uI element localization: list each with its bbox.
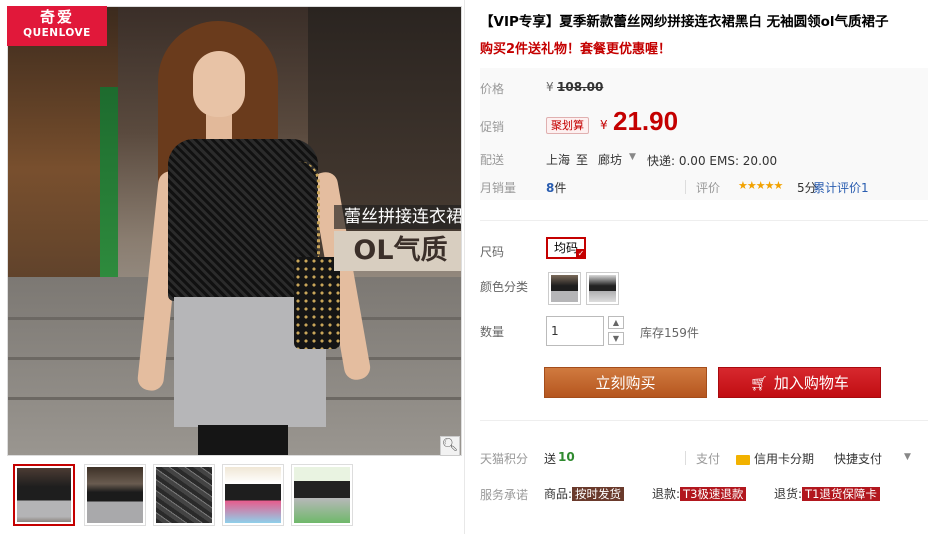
thumbnail-item[interactable]	[84, 464, 146, 526]
column-divider	[464, 0, 465, 534]
divider	[685, 451, 686, 465]
magnifier-icon[interactable]: 🔍︎	[440, 436, 460, 456]
price-label: 价格	[480, 82, 505, 96]
thumbnail-item[interactable]	[153, 464, 215, 526]
service-goods-prefix: 商品:	[544, 487, 573, 501]
add-to-cart-label: 加入购物车	[773, 374, 849, 392]
photo-background-tree	[100, 87, 118, 277]
brand-name-en: QUENLOVE	[23, 27, 91, 39]
selected-check-icon: ✓	[576, 249, 586, 259]
quantity-increase-icon[interactable]: ▲	[608, 316, 624, 329]
points-value: 10	[558, 450, 575, 464]
points-service-panel: 天猫积分 送 10 支付 信用卡分期 快捷支付 ▼ 服务承诺 商品: 按时发货 退…	[480, 420, 928, 534]
service-return[interactable]: 退货: T1退货保障卡	[774, 485, 880, 502]
brand-logo: 奇爱 QUENLOVE	[7, 6, 107, 46]
points-prefix: 送	[544, 452, 557, 466]
product-page: 蕾丝拼接连衣裙 OL气质 奇爱 QUENLOVE 🔍︎ 【VIP专享】夏季新款蕾…	[0, 0, 930, 534]
service-return-prefix: 退货:	[774, 487, 803, 501]
divider	[685, 180, 686, 194]
product-title: 【VIP专享】夏季新款蕾丝网纱拼接连衣裙黑白 无袖圆领ol气质裙子	[480, 14, 889, 30]
credit-installment-text: 信用卡分期	[754, 452, 815, 466]
chevron-down-icon[interactable]: ▼	[629, 152, 636, 162]
promo-subtitle: 购买2件送礼物！套餐更优惠喔！	[480, 42, 672, 57]
color-option-2[interactable]	[586, 272, 619, 305]
thumbnail-strip	[7, 462, 462, 528]
color-option-1[interactable]	[548, 272, 581, 305]
thumbnail-item[interactable]	[222, 464, 284, 526]
ship-from: 上海	[546, 153, 571, 167]
product-details: 【VIP专享】夏季新款蕾丝网纱拼接连衣裙黑白 无袖圆领ol气质裙子 购买2件送礼…	[480, 0, 928, 534]
model-face	[193, 51, 245, 117]
original-currency: ¥	[546, 80, 554, 94]
promo-currency: ¥	[600, 118, 608, 132]
quick-pay[interactable]: 快捷支付	[834, 450, 882, 467]
section-divider	[480, 220, 928, 221]
service-refund-prefix: 退款:	[652, 487, 681, 501]
payment-label: 支付	[696, 452, 721, 466]
brand-name-cn: 奇爱	[39, 8, 74, 26]
product-gallery: 蕾丝拼接连衣裙 OL气质 奇爱 QUENLOVE 🔍︎	[0, 0, 464, 534]
stock-text: 库存159件	[640, 326, 699, 340]
model-legs	[198, 425, 288, 455]
size-option-text: 均码	[553, 241, 578, 255]
overlay-caption-2: OL气质	[334, 231, 461, 271]
quantity-input[interactable]	[546, 316, 604, 346]
fast-refund-badge: T3极速退款	[680, 487, 747, 501]
buy-now-button[interactable]: 立刻购买	[544, 367, 707, 398]
color-swatch-image	[551, 275, 578, 302]
price-panel: 价格 ¥ 108.00 促销 聚划算 ¥ 21.90 配送 上海 至 廊坊 ▼ …	[480, 68, 928, 200]
thumbnail-image	[17, 468, 71, 522]
thumbnail-image	[294, 467, 350, 523]
shipping-fees: 快递: 0.00 EMS: 20.00	[647, 154, 778, 168]
quantity-decrease-icon[interactable]: ▼	[608, 332, 624, 345]
size-option-one-size[interactable]: 均码 ✓	[546, 237, 586, 259]
promo-price: 21.90	[613, 106, 679, 136]
return-guarantee-badge: T1退货保障卡	[802, 487, 880, 501]
ship-to-word: 至	[576, 153, 589, 167]
promo-label: 促销	[480, 120, 505, 134]
service-goods[interactable]: 商品: 按时发货	[544, 485, 625, 502]
credit-card-icon	[736, 454, 750, 465]
overlay-caption-1: 蕾丝拼接连衣裙	[334, 205, 461, 229]
thumbnail-image	[156, 467, 212, 523]
juhuasuan-tag: 聚划算	[546, 117, 589, 134]
original-price: 108.00	[557, 80, 604, 94]
sales-unit: 件	[554, 181, 567, 195]
bag-strap	[298, 161, 320, 259]
cart-icon: 🛒︎	[750, 376, 768, 392]
thumbnail-item[interactable]	[291, 464, 353, 526]
monthly-sales: 8件	[546, 179, 566, 196]
credit-installment[interactable]: 信用卡分期	[736, 450, 814, 467]
on-time-delivery-badge: 按时发货	[572, 487, 625, 501]
review-label: 评价	[696, 181, 721, 195]
quantity-label: 数量	[480, 325, 505, 339]
review-count-link[interactable]: 累计评价1	[813, 179, 869, 196]
rating-stars-icon: ★★★★★	[738, 179, 783, 192]
service-refund[interactable]: 退款: T3极速退款	[652, 485, 747, 502]
points-label: 天猫积分	[480, 452, 529, 466]
color-label: 颜色分类	[480, 280, 529, 294]
chevron-down-icon[interactable]: ▼	[904, 452, 911, 462]
main-product-photo[interactable]: 蕾丝拼接连衣裙 OL气质	[7, 6, 462, 456]
size-label: 尺码	[480, 245, 505, 259]
service-label: 服务承诺	[480, 488, 529, 502]
thumbnail-item[interactable]	[13, 464, 75, 526]
thumbnail-image	[87, 467, 143, 523]
monthly-sales-label: 月销量	[480, 181, 517, 195]
color-swatch-image	[589, 275, 616, 302]
ship-destination[interactable]: 廊坊	[598, 151, 622, 168]
shipping-label: 配送	[480, 153, 505, 167]
add-to-cart-button[interactable]: 🛒︎ 加入购物车	[718, 367, 881, 398]
thumbnail-image	[225, 467, 281, 523]
